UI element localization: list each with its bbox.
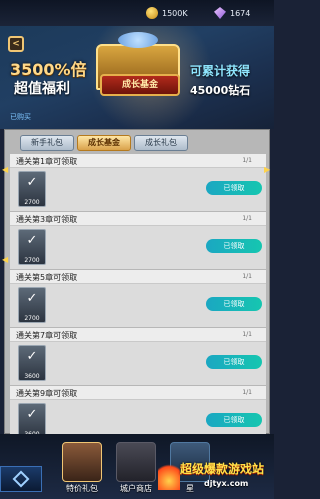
growth-fund-plate: 成长基金 [100, 74, 180, 96]
edge-arrow-icon: ▶ [264, 165, 271, 174]
reward-amount: 2700 [24, 315, 40, 322]
nav-label: 特价礼包 [66, 484, 98, 493]
shop-icon [116, 442, 156, 482]
nav-label: 城户商店 [120, 484, 152, 493]
gem-amount: 1674 [230, 8, 251, 18]
row-title: 通关第9章可领取 [16, 389, 78, 398]
watermark-url: djtyx.com [204, 479, 249, 488]
diamond-frame-icon [12, 470, 30, 488]
nav-city-shop[interactable]: 城户商店 [110, 438, 162, 496]
edge-arrow-icon: ◀ [2, 255, 9, 264]
tab-growth-pack[interactable]: 成长礼包 [134, 135, 188, 151]
claimed-badge: 已领取 [206, 413, 262, 427]
row-progress: 1/1 [242, 215, 252, 222]
nav-special-pack[interactable]: 特价礼包 [56, 438, 108, 496]
gem-counter: 1674 [214, 6, 250, 20]
diamond-icon [214, 7, 226, 19]
banner-subheadline: 超值福利 [14, 81, 70, 97]
reward-amount: 2700 [24, 199, 40, 206]
checkmark-icon: ✓ [26, 291, 38, 306]
resource-bar: 1500K 1674 [0, 0, 274, 26]
claimed-badge: 已领取 [206, 355, 262, 369]
tab-growth-fund[interactable]: 成长基金 [77, 135, 131, 151]
claimed-badge: 已领取 [206, 181, 262, 195]
row-title: 通关第7章可领取 [16, 331, 78, 340]
list-item: 通关第7章可领取 1/1 ✓ 3600 已领取 [10, 328, 266, 385]
reward-amount: 2700 [24, 257, 40, 264]
gold-amount: 1500K [162, 8, 188, 18]
row-progress: 1/1 [242, 157, 252, 164]
back-button[interactable]: < [8, 36, 24, 52]
watermark-title: 超级爆款游戏站 [180, 462, 265, 476]
flame-logo-icon [158, 460, 180, 490]
gold-counter: 1500K [146, 6, 188, 20]
claimed-badge: 已领取 [206, 239, 262, 253]
row-progress: 1/1 [242, 273, 252, 280]
checkmark-icon: ✓ [26, 349, 38, 364]
reward-caption: 可累计获得 [190, 64, 251, 78]
gold-coin-icon [146, 7, 158, 19]
claimed-badge: 已领取 [206, 297, 262, 311]
edge-arrow-icon: ◀ [2, 165, 9, 174]
home-button[interactable] [0, 466, 42, 492]
growth-fund-banner: < 3500%倍 超值福利 已购买 成长基金 可累计获得 45000钻石 [0, 26, 274, 129]
row-title: 通关第3章可领取 [16, 215, 78, 224]
purchase-status: 已购买 [10, 113, 31, 121]
row-progress: 1/1 [242, 331, 252, 338]
list-item: 通关第3章可领取 1/1 ✓ 2700 已领取 [10, 212, 266, 269]
checkmark-icon: ✓ [26, 175, 38, 190]
gift-pack-icon [62, 442, 102, 482]
reward-list: 通关第1章可领取 1/1 ✓ 2700 已领取 通关第3章可领取 1/1 ✓ 2… [10, 154, 266, 444]
reward-amount: 3600 [24, 373, 40, 380]
list-item: 通关第5章可领取 1/1 ✓ 2700 已领取 [10, 270, 266, 327]
checkmark-icon: ✓ [26, 407, 38, 422]
tab-newbie-pack[interactable]: 新手礼包 [20, 135, 74, 151]
banner-multiplier-text: 3500%倍 [10, 60, 87, 79]
tab-bar: 新手礼包 成长基金 成长礼包 [20, 135, 188, 151]
site-watermark: 超级爆款游戏站 djtyx.com [158, 458, 274, 496]
checkmark-icon: ✓ [26, 233, 38, 248]
list-item: 通关第1章可领取 1/1 ✓ 2700 已领取 [10, 154, 266, 211]
row-progress: 1/1 [242, 389, 252, 396]
row-title: 通关第1章可领取 [16, 157, 78, 166]
row-title: 通关第5章可领取 [16, 273, 78, 282]
reward-diamonds: 45000钻石 [190, 84, 251, 97]
